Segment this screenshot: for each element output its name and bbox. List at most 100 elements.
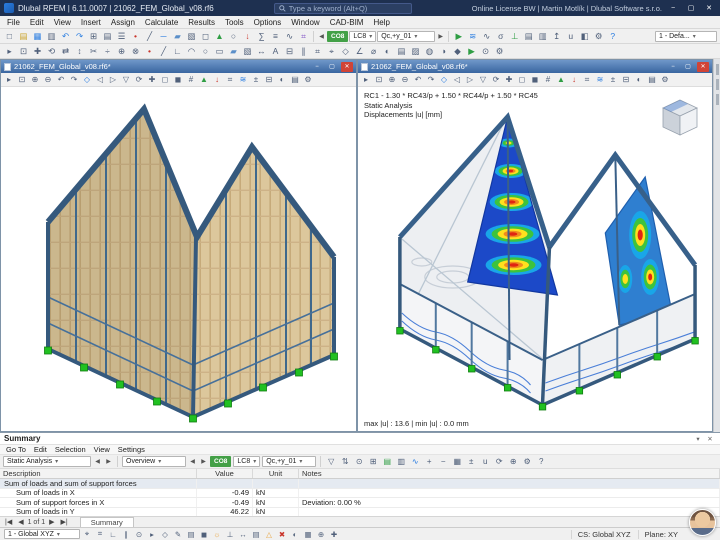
next-page-button[interactable]: ▶ <box>47 518 56 526</box>
guideline-icon[interactable]: ∥ <box>297 45 310 58</box>
stress-icon[interactable]: σ <box>494 30 507 43</box>
position-status-icon[interactable]: ✚ <box>328 529 340 540</box>
wireframe-icon[interactable]: ◻ <box>159 74 171 86</box>
overview-select[interactable]: Overview▾ <box>122 456 186 467</box>
calculate-icon[interactable]: ▶ <box>452 30 465 43</box>
find-icon[interactable]: ⊙ <box>353 456 365 468</box>
open-file-icon[interactable]: ▤ <box>17 30 30 43</box>
zoom-in-icon[interactable]: ⊕ <box>29 74 41 86</box>
rotate-view-icon[interactable]: ⟳ <box>133 74 145 86</box>
minimize-child-button[interactable]: − <box>311 62 323 72</box>
menu-item[interactable]: Options <box>249 18 287 27</box>
restore-child-button[interactable]: ▢ <box>326 62 338 72</box>
section-icon[interactable]: ⊟ <box>283 45 296 58</box>
menu-item[interactable]: Assign <box>106 18 140 27</box>
menu-item[interactable]: Edit <box>25 18 49 27</box>
left-window-titlebar[interactable]: 21062_FEM_Global_v08.rf6* − ▢ ✕ <box>1 60 356 73</box>
pointer-icon[interactable]: ▸ <box>3 74 15 86</box>
pan-view-icon[interactable]: ✚ <box>503 74 515 86</box>
column-header[interactable]: Value <box>197 469 253 478</box>
solid-render-icon[interactable]: ◼ <box>172 74 184 86</box>
next-view-icon[interactable]: ↷ <box>425 74 437 86</box>
prev-view-icon[interactable]: ↶ <box>55 74 67 86</box>
render-status-icon[interactable]: ◼ <box>198 529 210 540</box>
settings-icon[interactable]: ⚙ <box>592 30 605 43</box>
grid-icon[interactable]: ⌗ <box>311 45 324 58</box>
new-node-icon[interactable]: • <box>143 45 156 58</box>
zoom-all-icon[interactable]: ⊡ <box>373 74 385 86</box>
coordinate-system-icon[interactable]: ∠ <box>353 45 366 58</box>
minimize-button[interactable]: − <box>666 2 680 14</box>
previous-page-button[interactable]: ◀ <box>16 518 25 526</box>
menu-item[interactable]: Go To <box>2 445 30 454</box>
values-display-icon[interactable]: ± <box>250 74 262 86</box>
view-settings-icon[interactable]: ⚙ <box>659 74 671 86</box>
measure-icon[interactable]: ⌀ <box>367 45 380 58</box>
undo-icon[interactable]: ↶ <box>59 30 72 43</box>
right-3d-viewport[interactable]: RC1 - 1.30 * RC43/p + 1.50 * RC44/p + 1.… <box>358 87 712 431</box>
ortho-status-icon[interactable]: ∟ <box>107 529 119 540</box>
surface-icon[interactable]: ▰ <box>171 30 184 43</box>
copy-icon[interactable]: ⊞ <box>87 30 100 43</box>
column-header[interactable]: Unit <box>253 469 299 478</box>
light-status-icon[interactable]: ☼ <box>211 529 223 540</box>
select-icon[interactable]: ▸ <box>3 45 16 58</box>
hatch-icon[interactable]: ▨ <box>409 45 422 58</box>
results-display-icon[interactable]: ≋ <box>237 74 249 86</box>
workplane-icon[interactable]: ◇ <box>339 45 352 58</box>
supports-display-icon[interactable]: ▲ <box>555 74 567 86</box>
next-table-button[interactable]: ▶ <box>104 456 113 467</box>
snap-status-icon[interactable]: ⌖ <box>81 529 93 540</box>
iso-view-icon[interactable]: ◇ <box>438 74 450 86</box>
load-case-select[interactable]: LC8▾ <box>349 31 376 42</box>
polyline-icon[interactable]: ∟ <box>171 45 184 58</box>
clip-plane-icon[interactable]: ⊟ <box>263 74 275 86</box>
restore-child-button[interactable]: ▢ <box>682 62 694 72</box>
circle-icon[interactable]: ○ <box>199 45 212 58</box>
fixed-columns-icon[interactable]: ▦ <box>451 456 463 468</box>
rotate-view-icon[interactable]: ⟳ <box>490 74 502 86</box>
edit-mode-icon[interactable]: ✎ <box>172 529 184 540</box>
y-view-icon[interactable]: ▷ <box>464 74 476 86</box>
stretch-icon[interactable]: ↕ <box>73 45 86 58</box>
visibility-mode-icon[interactable]: ◐ <box>633 74 645 86</box>
rotate-icon[interactable]: ⟲ <box>45 45 58 58</box>
load-icon[interactable]: ↓ <box>241 30 254 43</box>
move-icon[interactable]: ✚ <box>31 45 44 58</box>
new-surface-icon[interactable]: ▰ <box>227 45 240 58</box>
messages-icon[interactable]: ▤ <box>250 529 262 540</box>
table-row[interactable]: Sum of loads and sum of support forces <box>0 479 720 489</box>
table-help-icon[interactable]: ? <box>535 456 547 468</box>
supports-display-icon[interactable]: ▲ <box>198 74 210 86</box>
table-row[interactable]: Sum of loads in Y 46.22 kN <box>0 508 720 517</box>
visibility-icon[interactable]: ◐ <box>381 45 394 58</box>
menu-item[interactable]: Window <box>286 18 324 27</box>
imperfection-icon[interactable]: ∿ <box>283 30 296 43</box>
results-icon[interactable]: ≋ <box>466 30 479 43</box>
clip-plane-icon[interactable]: ⊟ <box>620 74 632 86</box>
next-view-icon[interactable]: ↷ <box>68 74 80 86</box>
redo-icon[interactable]: ↷ <box>73 30 86 43</box>
y-view-icon[interactable]: ▷ <box>107 74 119 86</box>
plane-mode-icon[interactable]: ◇ <box>159 529 171 540</box>
close-child-button[interactable]: ✕ <box>341 62 353 72</box>
error-status-icon[interactable]: ✖ <box>276 529 288 540</box>
warning-status-icon[interactable]: △ <box>263 529 275 540</box>
coordinate-system-select[interactable]: 1 - Global XYZ▾ <box>4 529 80 539</box>
mesh-icon[interactable]: ⌗ <box>297 30 310 43</box>
solid-icon[interactable]: ▧ <box>185 30 198 43</box>
close-child-button[interactable]: ✕ <box>697 62 709 72</box>
menu-item[interactable]: Calculate <box>140 18 183 27</box>
loads-display-icon[interactable]: ↓ <box>211 74 223 86</box>
pointer-icon[interactable]: ▸ <box>360 74 372 86</box>
rectangle-icon[interactable]: ▭ <box>213 45 226 58</box>
ruler-status-icon[interactable]: ↔ <box>237 529 249 540</box>
dock-panel-icon[interactable]: ▾ <box>692 434 704 444</box>
tab-summary[interactable]: Summary <box>80 517 134 527</box>
next-case-button[interactable]: ▶ <box>436 31 445 42</box>
zoom-status-icon[interactable]: ⊕ <box>315 529 327 540</box>
mesh-display-icon[interactable]: ⌗ <box>581 74 593 86</box>
help-icon[interactable]: ? <box>606 30 619 43</box>
menu-item[interactable]: CAD-BIM <box>325 18 369 27</box>
wireframe-icon[interactable]: ◻ <box>516 74 528 86</box>
